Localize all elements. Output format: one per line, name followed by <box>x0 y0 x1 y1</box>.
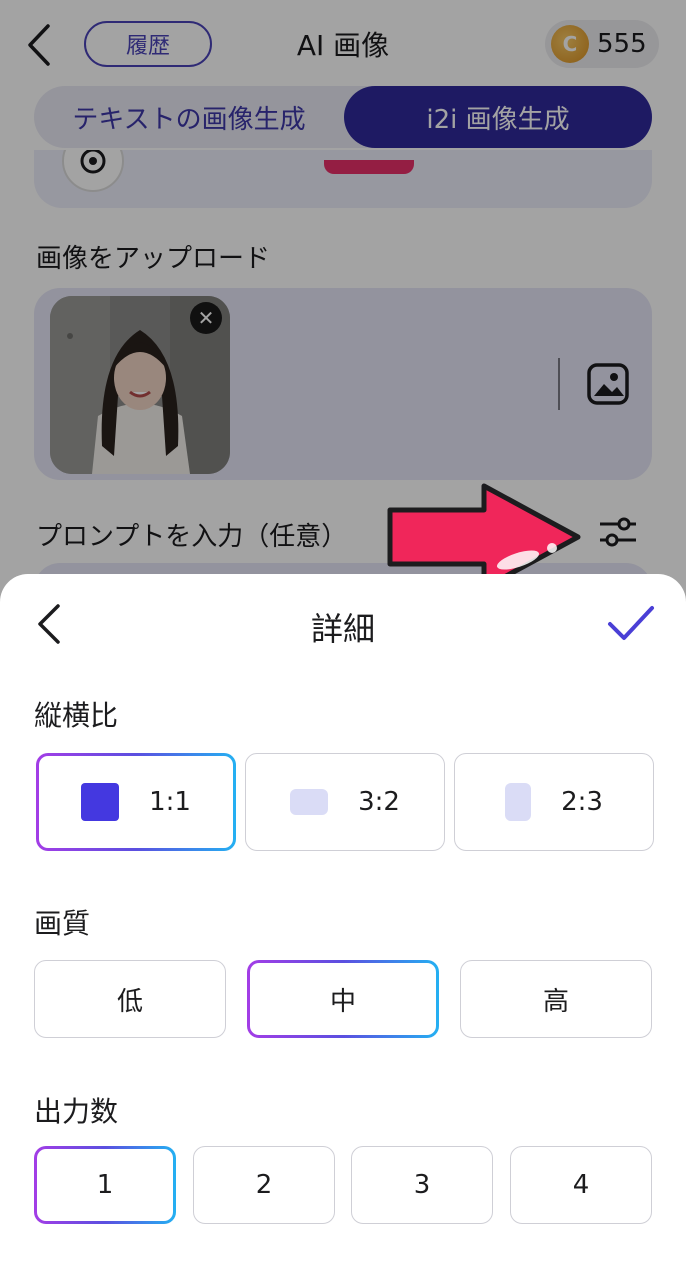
portrait-ratio-icon <box>505 783 532 821</box>
count-option-label: 2 <box>255 1170 273 1200</box>
aspect-option-1-1[interactable]: 1:1 <box>36 753 236 851</box>
aspect-ratio-label: 縦横比 <box>34 699 119 732</box>
output-count-label: 出力数 <box>34 1095 119 1128</box>
count-option-3[interactable]: 3 <box>351 1146 493 1224</box>
count-option-1[interactable]: 1 <box>34 1146 176 1224</box>
aspect-option-3-2[interactable]: 3:2 <box>245 753 445 851</box>
count-option-label: 1 <box>96 1170 114 1200</box>
confirm-checkmark-icon[interactable] <box>606 604 656 644</box>
count-option-4[interactable]: 4 <box>510 1146 652 1224</box>
aspect-option-label: 2:3 <box>561 787 603 817</box>
quality-option-high[interactable]: 高 <box>460 960 652 1038</box>
count-option-2[interactable]: 2 <box>193 1146 335 1224</box>
details-sheet: 詳細 縦横比 1:1 3:2 2:3 画質 低 中 高 出力数 1 2 3 4 <box>0 574 686 1280</box>
quality-option-label: 中 <box>329 986 356 1017</box>
quality-option-label: 高 <box>542 986 569 1017</box>
landscape-ratio-icon <box>290 789 329 815</box>
sheet-title: 詳細 <box>310 610 375 648</box>
aspect-option-label: 1:1 <box>149 787 191 817</box>
aspect-option-2-3[interactable]: 2:3 <box>454 753 654 851</box>
quality-option-medium[interactable]: 中 <box>247 960 439 1038</box>
count-option-label: 4 <box>572 1170 590 1200</box>
quality-option-low[interactable]: 低 <box>34 960 226 1038</box>
square-ratio-icon <box>81 783 120 821</box>
count-option-label: 3 <box>413 1170 431 1200</box>
quality-label: 画質 <box>34 907 91 940</box>
quality-option-label: 低 <box>116 986 143 1017</box>
aspect-option-label: 3:2 <box>358 787 400 817</box>
